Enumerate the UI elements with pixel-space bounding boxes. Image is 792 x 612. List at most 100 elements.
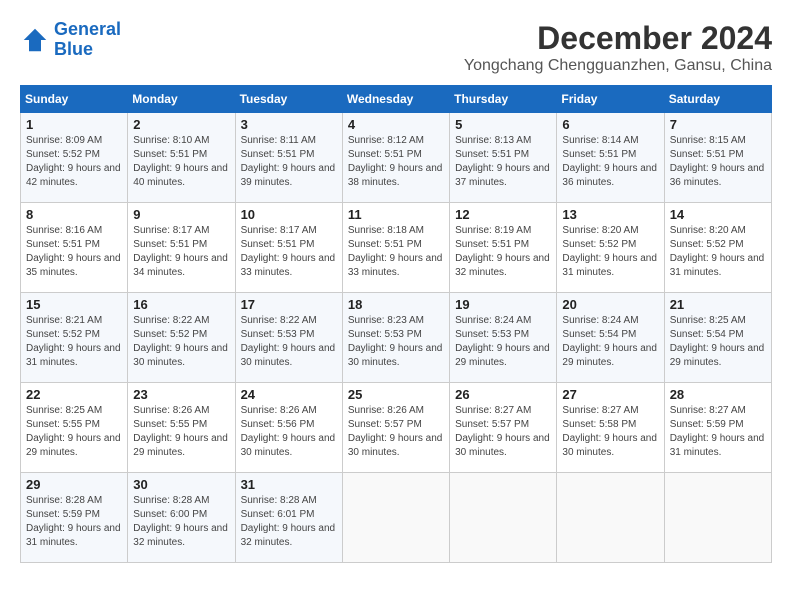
day-detail: Sunrise: 8:11 AMSunset: 5:51 PMDaylight:…: [241, 134, 337, 190]
day-number: 14: [670, 207, 766, 222]
calendar-cell: 28 Sunrise: 8:27 AMSunset: 5:59 PMDayligh…: [664, 383, 771, 473]
calendar-cell: 23 Sunrise: 8:26 AMSunset: 5:55 PMDayligh…: [128, 383, 235, 473]
calendar-cell: 7 Sunrise: 8:15 AMSunset: 5:51 PMDaylight…: [664, 113, 771, 203]
day-detail: Sunrise: 8:14 AMSunset: 5:51 PMDaylight:…: [562, 134, 658, 190]
day-detail: Sunrise: 8:27 AMSunset: 5:57 PMDaylight:…: [455, 404, 551, 460]
day-detail: Sunrise: 8:28 AMSunset: 6:00 PMDaylight:…: [133, 494, 229, 550]
day-number: 8: [26, 207, 122, 222]
day-number: 17: [241, 297, 337, 312]
day-number: 16: [133, 297, 229, 312]
day-number: 28: [670, 387, 766, 402]
day-number: 4: [348, 117, 444, 132]
day-number: 2: [133, 117, 229, 132]
day-number: 11: [348, 207, 444, 222]
calendar-cell: [450, 473, 557, 563]
logo-line1: General: [54, 19, 121, 39]
day-number: 24: [241, 387, 337, 402]
logo: General Blue: [20, 20, 121, 60]
calendar-cell: 14Sunrise: 8:20 AMSunset: 5:52 PMDayligh…: [664, 203, 771, 293]
logo-icon: [20, 25, 50, 55]
month-title: December 2024: [464, 20, 772, 57]
day-detail: Sunrise: 8:24 AMSunset: 5:54 PMDaylight:…: [562, 314, 658, 370]
day-of-week-header: Tuesday: [235, 86, 342, 113]
calendar-cell: 18 Sunrise: 8:23 AMSunset: 5:53 PMDayligh…: [342, 293, 449, 383]
calendar-week-row: 15 Sunrise: 8:21 AMSunset: 5:52 PMDayligh…: [21, 293, 772, 383]
day-number: 7: [670, 117, 766, 132]
day-number: 20: [562, 297, 658, 312]
calendar-cell: [557, 473, 664, 563]
calendar-cell: 13 Sunrise: 8:20 AMSunset: 5:52 PMDayligh…: [557, 203, 664, 293]
calendar-cell: 31Sunrise: 8:28 AMSunset: 6:01 PMDayligh…: [235, 473, 342, 563]
calendar-cell: 10Sunrise: 8:17 AMSunset: 5:51 PMDayligh…: [235, 203, 342, 293]
calendar-cell: 27 Sunrise: 8:27 AMSunset: 5:58 PMDayligh…: [557, 383, 664, 473]
day-detail: Sunrise: 8:25 AMSunset: 5:55 PMDaylight:…: [26, 404, 122, 460]
day-number: 9: [133, 207, 229, 222]
days-of-week-row: SundayMondayTuesdayWednesdayThursdayFrid…: [21, 86, 772, 113]
day-number: 31: [241, 477, 337, 492]
day-detail: Sunrise: 8:21 AMSunset: 5:52 PMDaylight:…: [26, 314, 122, 370]
day-detail: Sunrise: 8:17 AMSunset: 5:51 PMDaylight:…: [133, 224, 229, 280]
day-detail: Sunrise: 8:15 AMSunset: 5:51 PMDaylight:…: [670, 134, 766, 190]
calendar-cell: 17Sunrise: 8:22 AMSunset: 5:53 PMDayligh…: [235, 293, 342, 383]
calendar-cell: 11Sunrise: 8:18 AMSunset: 5:51 PMDayligh…: [342, 203, 449, 293]
day-detail: Sunrise: 8:26 AMSunset: 5:56 PMDaylight:…: [241, 404, 337, 460]
day-detail: Sunrise: 8:10 AMSunset: 5:51 PMDaylight:…: [133, 134, 229, 190]
day-detail: Sunrise: 8:19 AMSunset: 5:51 PMDaylight:…: [455, 224, 551, 280]
day-detail: Sunrise: 8:27 AMSunset: 5:59 PMDaylight:…: [670, 404, 766, 460]
calendar-cell: 4 Sunrise: 8:12 AMSunset: 5:51 PMDaylight…: [342, 113, 449, 203]
calendar-week-row: 29 Sunrise: 8:28 AMSunset: 5:59 PMDayligh…: [21, 473, 772, 563]
day-number: 3: [241, 117, 337, 132]
calendar-cell: 8 Sunrise: 8:16 AMSunset: 5:51 PMDaylight…: [21, 203, 128, 293]
calendar-cell: 26Sunrise: 8:27 AMSunset: 5:57 PMDayligh…: [450, 383, 557, 473]
calendar-cell: 20 Sunrise: 8:24 AMSunset: 5:54 PMDayligh…: [557, 293, 664, 383]
day-detail: Sunrise: 8:23 AMSunset: 5:53 PMDaylight:…: [348, 314, 444, 370]
calendar-cell: 1Sunrise: 8:09 AMSunset: 5:52 PMDaylight…: [21, 113, 128, 203]
day-detail: Sunrise: 8:28 AMSunset: 5:59 PMDaylight:…: [26, 494, 122, 550]
calendar-cell: 30 Sunrise: 8:28 AMSunset: 6:00 PMDayligh…: [128, 473, 235, 563]
calendar-cell: 29 Sunrise: 8:28 AMSunset: 5:59 PMDayligh…: [21, 473, 128, 563]
calendar-cell: 3 Sunrise: 8:11 AMSunset: 5:51 PMDaylight…: [235, 113, 342, 203]
day-detail: Sunrise: 8:25 AMSunset: 5:54 PMDaylight:…: [670, 314, 766, 370]
calendar-body: 1Sunrise: 8:09 AMSunset: 5:52 PMDaylight…: [21, 113, 772, 563]
day-number: 12: [455, 207, 551, 222]
day-detail: Sunrise: 8:24 AMSunset: 5:53 PMDaylight:…: [455, 314, 551, 370]
calendar-week-row: 22Sunrise: 8:25 AMSunset: 5:55 PMDayligh…: [21, 383, 772, 473]
day-of-week-header: Sunday: [21, 86, 128, 113]
day-of-week-header: Thursday: [450, 86, 557, 113]
day-number: 6: [562, 117, 658, 132]
day-number: 27: [562, 387, 658, 402]
day-detail: Sunrise: 8:26 AMSunset: 5:55 PMDaylight:…: [133, 404, 229, 460]
day-number: 13: [562, 207, 658, 222]
day-number: 30: [133, 477, 229, 492]
calendar-cell: 21 Sunrise: 8:25 AMSunset: 5:54 PMDayligh…: [664, 293, 771, 383]
day-detail: Sunrise: 8:26 AMSunset: 5:57 PMDaylight:…: [348, 404, 444, 460]
title-block: December 2024 Yongchang Chengguanzhen, G…: [464, 20, 772, 75]
day-detail: Sunrise: 8:09 AMSunset: 5:52 PMDaylight:…: [26, 134, 122, 190]
day-number: 21: [670, 297, 766, 312]
calendar-cell: 19Sunrise: 8:24 AMSunset: 5:53 PMDayligh…: [450, 293, 557, 383]
calendar-cell: 16Sunrise: 8:22 AMSunset: 5:52 PMDayligh…: [128, 293, 235, 383]
day-of-week-header: Saturday: [664, 86, 771, 113]
calendar-cell: 15 Sunrise: 8:21 AMSunset: 5:52 PMDayligh…: [21, 293, 128, 383]
day-number: 15: [26, 297, 122, 312]
day-number: 5: [455, 117, 551, 132]
calendar-cell: [342, 473, 449, 563]
day-of-week-header: Friday: [557, 86, 664, 113]
day-number: 23: [133, 387, 229, 402]
calendar-cell: 22Sunrise: 8:25 AMSunset: 5:55 PMDayligh…: [21, 383, 128, 473]
page-header: General Blue December 2024 Yongchang Che…: [20, 20, 772, 75]
day-detail: Sunrise: 8:16 AMSunset: 5:51 PMDaylight:…: [26, 224, 122, 280]
day-detail: Sunrise: 8:20 AMSunset: 5:52 PMDaylight:…: [562, 224, 658, 280]
logo-line2: Blue: [54, 40, 121, 60]
day-detail: Sunrise: 8:27 AMSunset: 5:58 PMDaylight:…: [562, 404, 658, 460]
day-number: 18: [348, 297, 444, 312]
day-detail: Sunrise: 8:12 AMSunset: 5:51 PMDaylight:…: [348, 134, 444, 190]
location: Yongchang Chengguanzhen, Gansu, China: [464, 57, 772, 75]
day-of-week-header: Wednesday: [342, 86, 449, 113]
calendar-cell: 24 Sunrise: 8:26 AMSunset: 5:56 PMDayligh…: [235, 383, 342, 473]
day-number: 29: [26, 477, 122, 492]
calendar-cell: 2 Sunrise: 8:10 AMSunset: 5:51 PMDaylight…: [128, 113, 235, 203]
calendar-cell: 5Sunrise: 8:13 AMSunset: 5:51 PMDaylight…: [450, 113, 557, 203]
logo-text: General Blue: [54, 20, 121, 60]
calendar-cell: 6 Sunrise: 8:14 AMSunset: 5:51 PMDaylight…: [557, 113, 664, 203]
